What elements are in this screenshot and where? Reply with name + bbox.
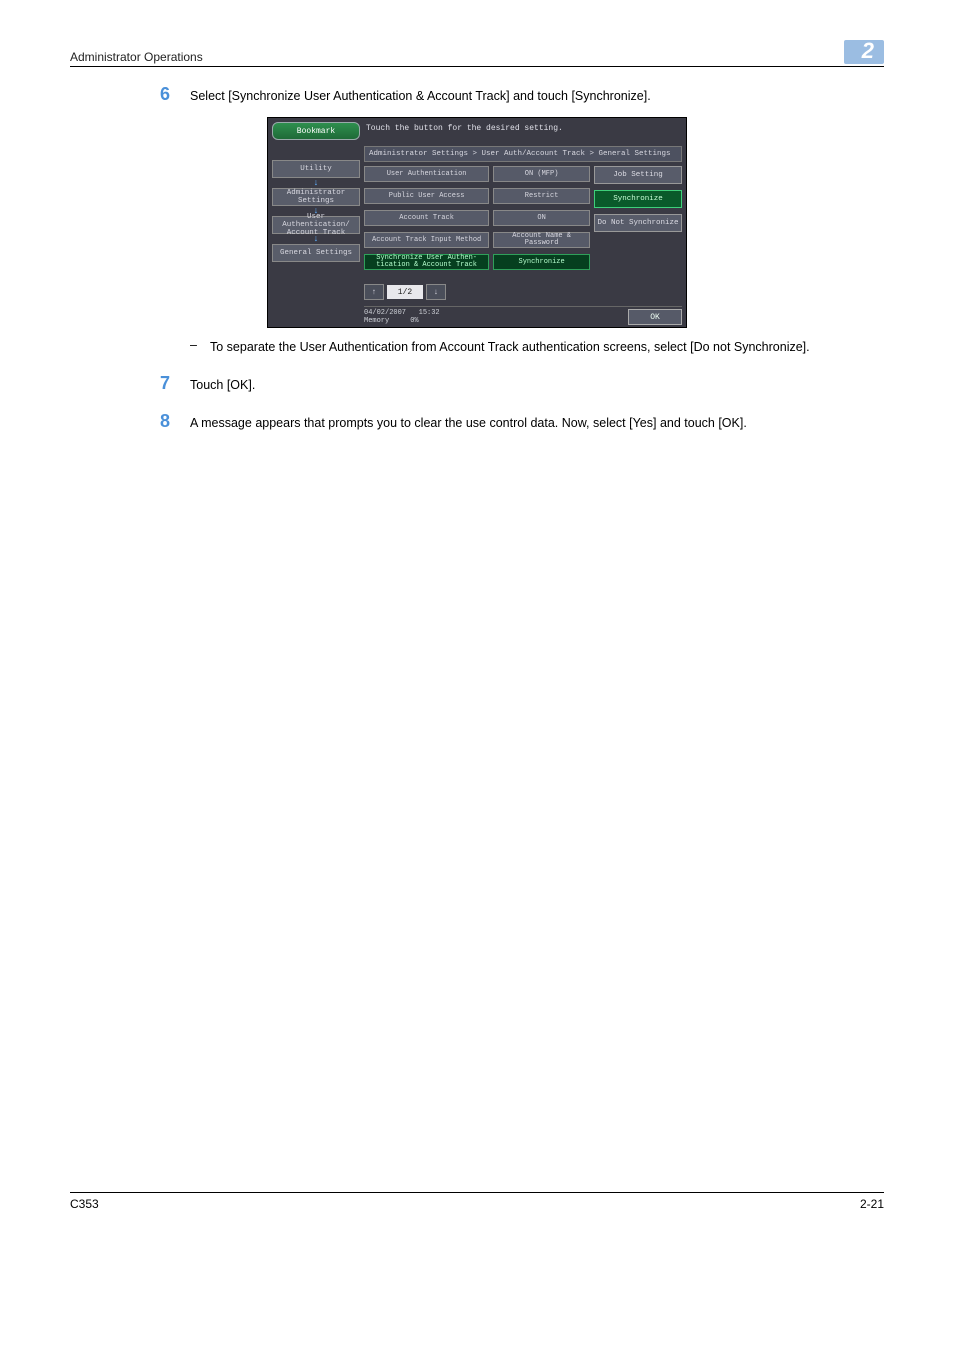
setting-synchronize-auth[interactable]: Synchronize User Authen- tication & Acco… bbox=[364, 254, 590, 270]
status-text: 04/02/2007 15:32 Memory 0% bbox=[364, 309, 440, 325]
crumb-utility[interactable]: Utility bbox=[272, 160, 360, 178]
pager-down-button[interactable]: ↓ bbox=[426, 284, 446, 300]
setting-public-user-access[interactable]: Public User Access Restrict bbox=[364, 188, 590, 204]
dash-text: To separate the User Authentication from… bbox=[210, 338, 810, 356]
synchronize-button[interactable]: Synchronize bbox=[594, 190, 682, 208]
setting-label: Public User Access bbox=[364, 188, 489, 204]
device-panel: Bookmark Utility ↓ Administrator Setting… bbox=[267, 117, 687, 328]
crumb-general-settings[interactable]: General Settings bbox=[272, 244, 360, 262]
pager-label: 1/2 bbox=[387, 285, 423, 299]
setting-value: Account Name & Password bbox=[493, 232, 590, 248]
setting-account-track[interactable]: Account Track ON bbox=[364, 210, 590, 226]
setting-user-auth[interactable]: User Authentication ON (MFP) bbox=[364, 166, 590, 182]
step-8-text: A message appears that prompts you to cl… bbox=[190, 412, 747, 432]
chapter-badge: 2 bbox=[844, 40, 884, 64]
setting-label: User Authentication bbox=[364, 166, 489, 182]
footer-model: C353 bbox=[70, 1197, 99, 1211]
step-8-number: 8 bbox=[160, 412, 190, 432]
setting-label: Synchronize User Authen- tication & Acco… bbox=[364, 254, 489, 270]
step-7-number: 7 bbox=[160, 374, 190, 394]
step-6-number: 6 bbox=[160, 85, 190, 105]
pager-up-button[interactable]: ↑ bbox=[364, 284, 384, 300]
step-7-text: Touch [OK]. bbox=[190, 374, 255, 394]
setting-label: Account Track bbox=[364, 210, 489, 226]
do-not-synchronize-button[interactable]: Do Not Synchronize bbox=[594, 214, 682, 232]
setting-value: Restrict bbox=[493, 188, 590, 204]
setting-label: Account Track Input Method bbox=[364, 232, 489, 248]
setting-value: ON (MFP) bbox=[493, 166, 590, 182]
panel-instruction: Touch the button for the desired setting… bbox=[364, 120, 682, 146]
panel-breadcrumb: Administrator Settings > User Auth/Accou… bbox=[364, 146, 682, 162]
crumb-user-auth-account[interactable]: User Authentication/ Account Track bbox=[272, 216, 360, 234]
setting-value: Synchronize bbox=[493, 254, 590, 270]
setting-account-track-input[interactable]: Account Track Input Method Account Name … bbox=[364, 232, 590, 248]
header-title: Administrator Operations bbox=[70, 50, 203, 64]
bookmark-button[interactable]: Bookmark bbox=[272, 122, 360, 140]
arrow-icon: ↓ bbox=[272, 178, 360, 188]
ok-button[interactable]: OK bbox=[628, 309, 682, 325]
footer-page: 2-21 bbox=[860, 1197, 884, 1211]
step-6-text: Select [Synchronize User Authentication … bbox=[190, 85, 651, 105]
crumb-admin-settings[interactable]: Administrator Settings bbox=[272, 188, 360, 206]
dash-bullet: – bbox=[190, 338, 210, 356]
job-setting-button[interactable]: Job Setting bbox=[594, 166, 682, 184]
setting-value: ON bbox=[493, 210, 590, 226]
